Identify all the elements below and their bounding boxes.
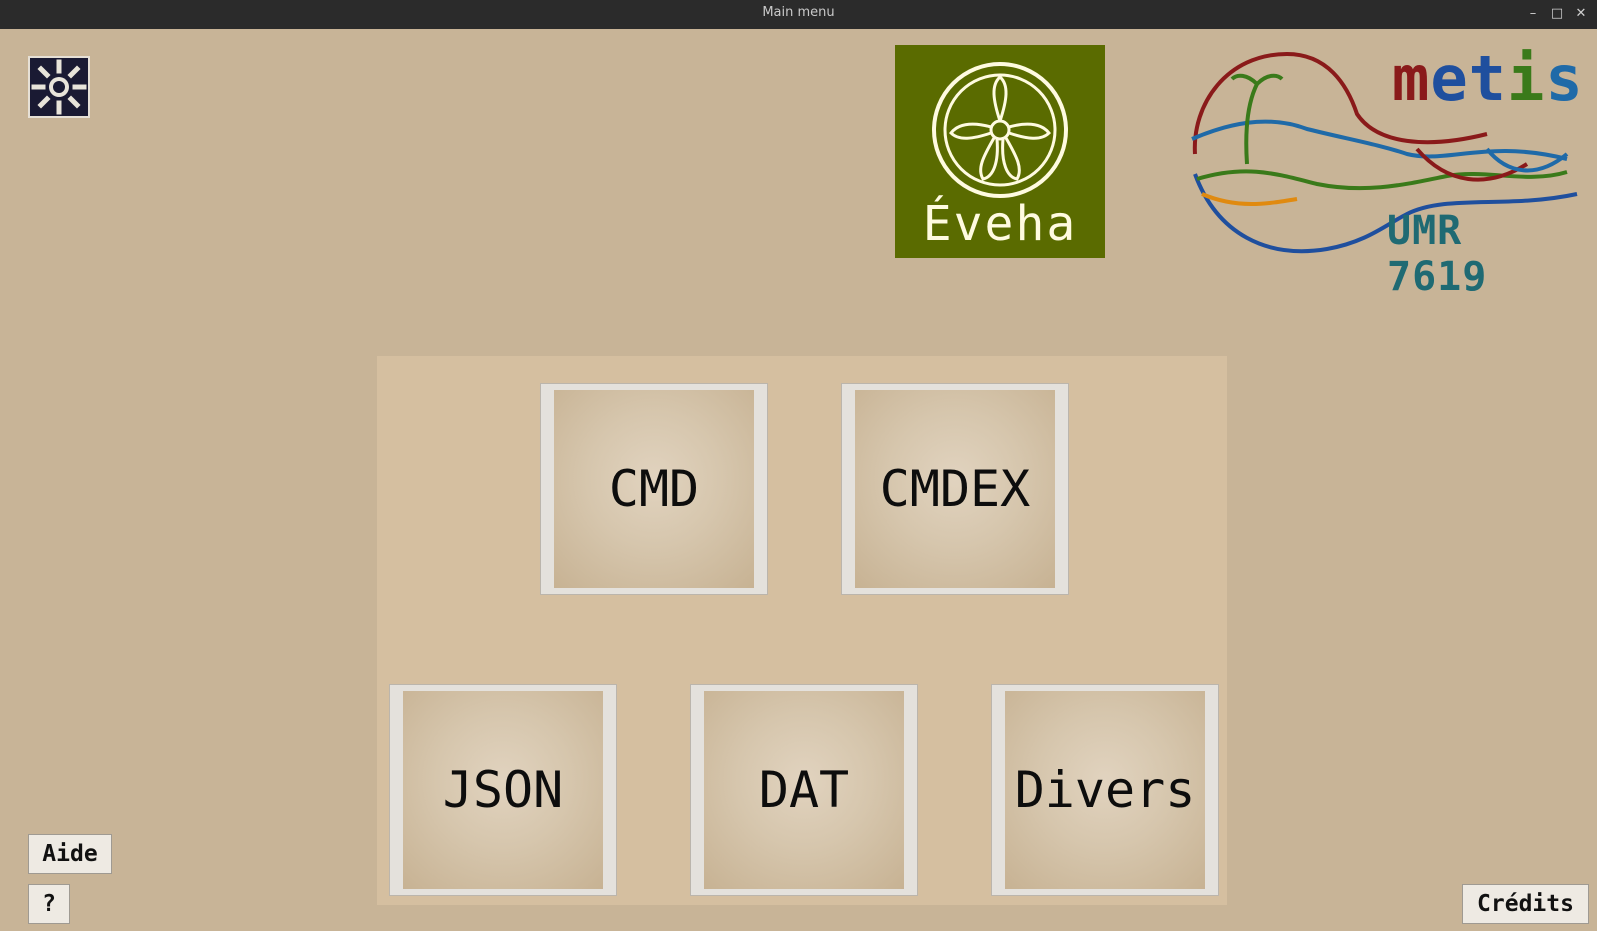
- menu-button-label: Divers: [1014, 761, 1196, 819]
- menu-button-divers[interactable]: Divers: [991, 684, 1219, 896]
- help-button[interactable]: ?: [28, 884, 70, 924]
- metis-logo: metis UMR 7619: [1187, 44, 1587, 300]
- menu-button-label: CMDEX: [879, 460, 1031, 518]
- menu-button-dat[interactable]: DAT: [690, 684, 918, 896]
- sun-gear-icon: [31, 59, 87, 115]
- metis-letter-s: s: [1545, 42, 1584, 115]
- wheel-icon: [932, 62, 1068, 198]
- maximize-button[interactable]: □: [1546, 3, 1568, 25]
- eveha-wordmark: Éveha: [922, 196, 1078, 252]
- metis-subtitle: UMR 7619: [1387, 208, 1488, 300]
- settings-button[interactable]: [28, 56, 90, 118]
- metis-letter-e: e: [1430, 42, 1469, 115]
- menu-button-label: DAT: [758, 761, 850, 819]
- metis-letter-i: i: [1506, 42, 1546, 115]
- minimize-button[interactable]: –: [1522, 3, 1544, 25]
- menu-button-cmdex[interactable]: CMDEX: [841, 383, 1069, 595]
- aide-button[interactable]: Aide: [28, 834, 112, 874]
- close-button[interactable]: ✕: [1570, 3, 1592, 25]
- metis-letter-m: m: [1392, 42, 1431, 115]
- eveha-logo: Éveha: [895, 45, 1105, 258]
- menu-button-cmd[interactable]: CMD: [540, 383, 768, 595]
- menu-button-label: CMD: [608, 460, 700, 518]
- metis-letter-t: t: [1468, 42, 1507, 115]
- menu-button-label: JSON: [442, 761, 564, 819]
- window-titlebar: Main menu – □ ✕: [0, 0, 1597, 29]
- metis-wordmark: metis: [1392, 44, 1584, 114]
- credits-button[interactable]: Crédits: [1462, 884, 1589, 924]
- menu-button-json[interactable]: JSON: [389, 684, 617, 896]
- window-title: Main menu: [762, 5, 835, 20]
